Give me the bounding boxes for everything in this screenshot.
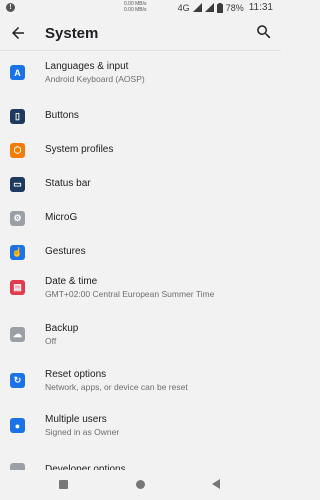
alert-icon: ! — [6, 3, 15, 12]
gesture-icon: ☝ — [10, 245, 25, 260]
page-title: System — [45, 25, 99, 42]
setting-item[interactable]: A Languages & input Android Keyboard (AOSP… — [0, 52, 281, 96]
setting-title: Backup — [45, 323, 79, 334]
status-bar: ! 0.00 MB/s 0.00 MB/s 4G 78% 11:31 — [0, 0, 281, 15]
language-icon: A — [10, 65, 25, 80]
signal-icon — [192, 3, 202, 12]
arrow-left-icon[interactable] — [8, 24, 28, 42]
setting-title: System profiles — [45, 144, 114, 155]
circle-icon[interactable] — [136, 480, 145, 489]
navigation-bar — [0, 470, 281, 500]
calendar-icon: ▤ — [10, 280, 25, 295]
setting-title: Reset options — [45, 369, 107, 380]
net-down-speed: 0.00 MB/s — [124, 7, 147, 13]
setting-item[interactable]: ● Multiple users Signed in as Owner — [0, 405, 281, 449]
profiles-icon: ⬡ — [10, 143, 25, 158]
setting-title: MicroG — [45, 212, 78, 223]
setting-item[interactable]: ▤ Date & time GMT+02:00 Central European S… — [0, 267, 281, 311]
setting-subtitle: Network, apps, or device can be reset — [45, 382, 188, 392]
clock: 11:31 — [248, 2, 273, 13]
setting-title: Buttons — [45, 110, 79, 121]
square-icon[interactable] — [59, 480, 68, 489]
setting-subtitle: Android Keyboard (AOSP) — [45, 74, 145, 84]
network-speed: 0.00 MB/s 0.00 MB/s — [124, 1, 147, 13]
triangle-back-icon[interactable] — [212, 479, 220, 489]
setting-title: Date & time — [45, 276, 98, 287]
buttons-icon: ▯ — [10, 109, 25, 124]
network-type: 4G — [177, 2, 190, 13]
setting-subtitle: Off — [45, 336, 57, 346]
battery-level: 78% — [225, 2, 244, 13]
setting-title: Languages & input — [45, 61, 129, 72]
status-bar-icon: ▭ — [10, 177, 25, 192]
battery-icon — [216, 2, 223, 13]
setting-item[interactable]: ↻ Reset options Network, apps, or device c… — [0, 360, 281, 404]
app-bar: System — [0, 15, 281, 51]
reset-icon: ↻ — [10, 373, 25, 388]
setting-subtitle: Signed in as Owner — [45, 427, 120, 437]
setting-title: Gestures — [45, 246, 86, 257]
gear-icon: ⚙ — [10, 211, 25, 226]
setting-item[interactable]: ☁ Backup Off — [0, 314, 281, 358]
setting-title: Status bar — [45, 178, 91, 189]
search-icon[interactable] — [255, 23, 273, 41]
setting-title: Multiple users — [45, 414, 107, 425]
cloud-backup-icon: ☁ — [10, 327, 25, 342]
signal-icon-2 — [204, 3, 214, 12]
setting-subtitle: GMT+02:00 Central European Summer Time — [45, 289, 215, 299]
user-icon: ● — [10, 418, 25, 433]
status-right: 4G 78% 11:31 — [178, 2, 273, 13]
